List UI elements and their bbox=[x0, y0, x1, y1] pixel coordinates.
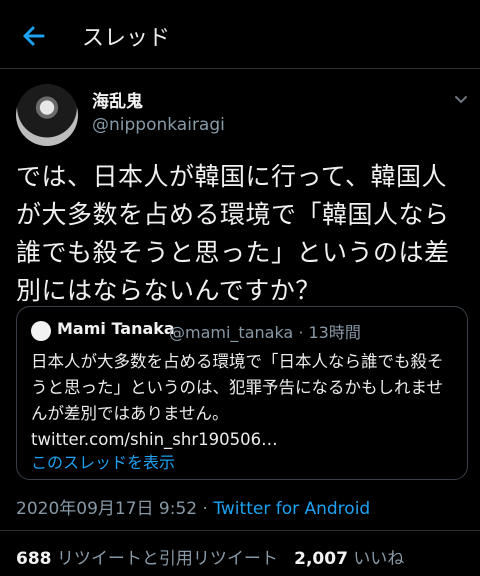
quoted-tweet-text: 日本人が大多数を占める環境で「日本人なら誰でも殺そうと思った」というのは、犯罪予… bbox=[31, 352, 444, 449]
header-divider bbox=[0, 68, 480, 69]
author-handle[interactable]: @nipponkairagi bbox=[92, 115, 225, 135]
meta-separator: · bbox=[197, 499, 214, 519]
likes-count[interactable]: 2,007 bbox=[294, 549, 348, 569]
quoted-author-handle: @mami_tanaka · 13時間 bbox=[169, 323, 361, 342]
back-button[interactable] bbox=[20, 22, 48, 50]
quoted-author-avatar bbox=[31, 321, 51, 341]
chevron-down-icon bbox=[455, 96, 467, 104]
top-bar: スレッド bbox=[0, 0, 480, 68]
likes-label[interactable]: いいね bbox=[353, 549, 404, 569]
quoted-tweet[interactable]: Mami Tanaka @mami_tanaka · 13時間 日本人が大多数を… bbox=[16, 306, 468, 480]
source-link[interactable]: Twitter for Android bbox=[213, 499, 370, 519]
tweet-stats: 688 リツイートと引用リツイート 2,007 いいね bbox=[16, 544, 404, 569]
show-thread-link[interactable]: このスレッドを表示 bbox=[31, 449, 175, 473]
tweet-text: では、日本人が韓国に行って、韓国人が大多数を占める環境で「韓国人なら誰でも殺そう… bbox=[16, 162, 450, 305]
more-options-button[interactable] bbox=[454, 90, 468, 104]
stats-divider bbox=[0, 530, 480, 531]
retweets-count[interactable]: 688 bbox=[16, 549, 52, 569]
timestamp: 2020年09月17日 9:52 bbox=[16, 499, 198, 519]
page-title: スレッド bbox=[82, 26, 171, 51]
retweets-label[interactable]: リツイートと引用リツイート bbox=[57, 549, 278, 569]
quoted-author-name: Mami Tanaka bbox=[57, 319, 175, 338]
back-arrow-icon bbox=[23, 26, 45, 46]
author-avatar[interactable] bbox=[16, 84, 78, 146]
author-name[interactable]: 海乱鬼 bbox=[92, 87, 143, 112]
tweet-meta: 2020年09月17日 9:52 · Twitter for Android bbox=[16, 494, 370, 519]
